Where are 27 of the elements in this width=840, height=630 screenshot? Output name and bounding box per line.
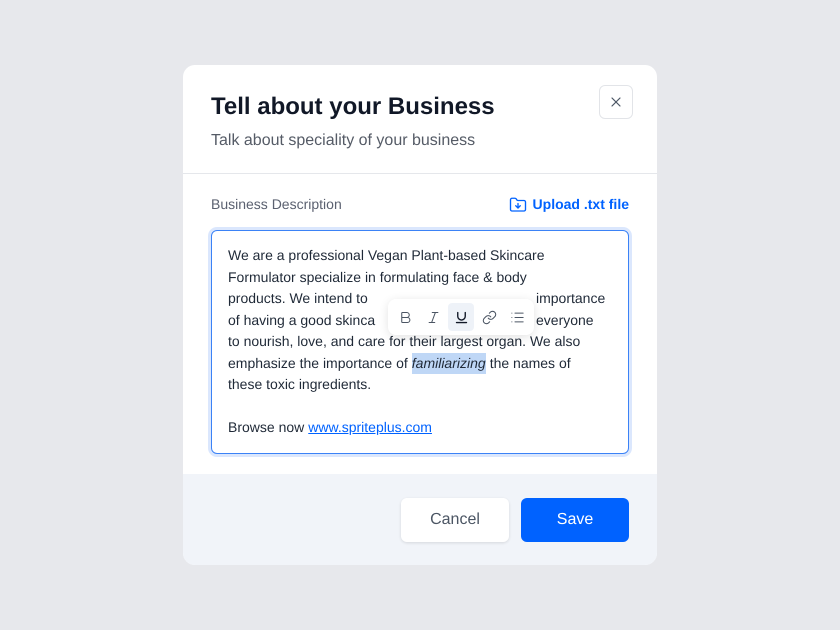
description-text: to nourish, love, and care for their largest organ. We also bbox=[228, 332, 580, 351]
description-text: We are a professional Vegan Plant-based Skincare bbox=[228, 246, 544, 265]
field-label: Business Description bbox=[211, 195, 342, 214]
close-button[interactable] bbox=[599, 85, 633, 119]
folder-download-icon bbox=[508, 196, 527, 214]
website-link[interactable]: www.spriteplus.com bbox=[308, 417, 432, 438]
underline-icon bbox=[454, 310, 468, 324]
link-icon bbox=[482, 310, 496, 324]
description-field[interactable] bbox=[211, 230, 629, 454]
description-text: products. We intend to bbox=[228, 289, 368, 308]
selected-word: familiarizing bbox=[412, 352, 486, 374]
description-text: Formulator specialize in formulating face & body bbox=[228, 268, 527, 287]
list-icon bbox=[510, 310, 524, 324]
save-button[interactable]: Save bbox=[521, 498, 629, 542]
description-text: the names of bbox=[490, 354, 571, 372]
dialog-title: Tell about your Business bbox=[211, 93, 495, 121]
italic-icon bbox=[426, 310, 440, 324]
description-text: of having a good skinca bbox=[228, 310, 376, 330]
description-text: importance bbox=[536, 289, 606, 308]
upload-link[interactable]: Upload .txt file bbox=[508, 194, 629, 215]
dialog-subtitle: Talk about speciality of your business bbox=[211, 131, 476, 151]
description-text: emphasize the importance of bbox=[228, 354, 408, 373]
description-text: these toxic ingredients. bbox=[228, 375, 372, 394]
description-text: everyone bbox=[536, 310, 594, 330]
underline-button[interactable] bbox=[448, 303, 474, 331]
description-text: Browse now bbox=[228, 418, 304, 437]
cancel-button[interactable]: Cancel bbox=[401, 498, 509, 542]
